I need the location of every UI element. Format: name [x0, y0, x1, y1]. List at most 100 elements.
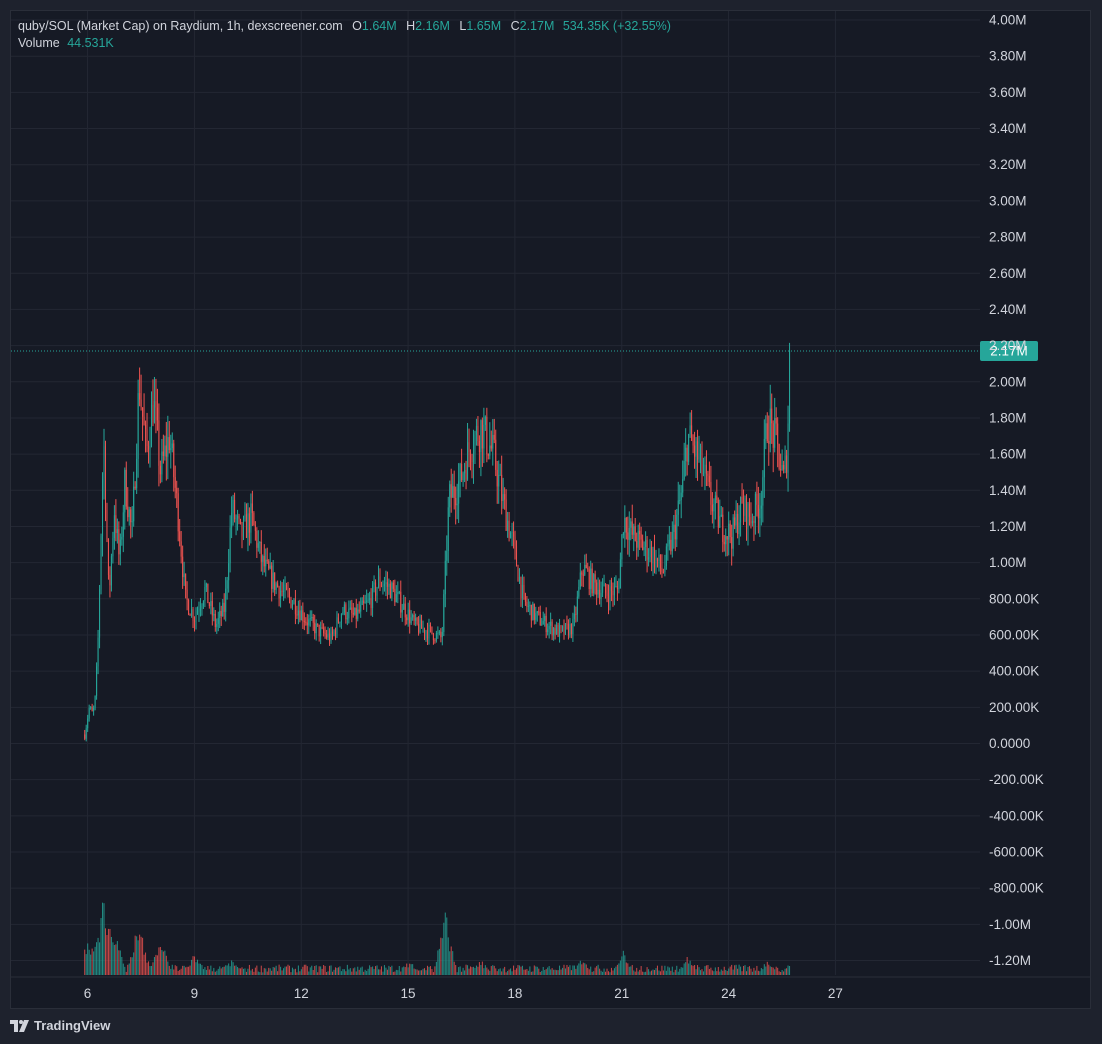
volume-bar — [630, 966, 632, 975]
candle-body — [372, 584, 374, 608]
volume-bar — [490, 966, 492, 975]
candle-body — [530, 605, 532, 621]
candle-body — [575, 613, 577, 615]
volume-bar — [293, 969, 295, 975]
volume-bar — [214, 971, 216, 975]
candle-body — [789, 351, 791, 424]
candle-body — [262, 555, 264, 562]
volume-bar — [412, 964, 414, 975]
volume-bar — [321, 968, 323, 975]
candle-body — [651, 547, 653, 564]
candle-body — [357, 609, 359, 619]
volume-bar — [415, 969, 417, 975]
volume-bar — [219, 966, 221, 975]
volume-bar — [277, 971, 279, 975]
price-tick-label: -1.20M — [989, 953, 1031, 968]
candle-body — [205, 583, 207, 587]
price-tick-label: 2.20M — [989, 338, 1027, 353]
price-tick-label: 4.00M — [989, 13, 1027, 28]
candle-body — [511, 532, 513, 534]
candle-body — [281, 590, 283, 592]
candle-body — [239, 518, 242, 523]
candle-body — [94, 695, 96, 708]
volume-bar — [256, 965, 258, 975]
volume-bar — [743, 965, 745, 975]
candle-body — [435, 632, 437, 641]
volume-bar — [547, 967, 549, 975]
volume-bar — [789, 966, 791, 975]
volume-bar — [587, 967, 589, 975]
volume-bar — [578, 963, 580, 975]
candle-body — [725, 536, 727, 545]
chart-svg[interactable]: 2.17M 4.00M 3.80M 3.60M 3.40M 3.20M 3.00M 2.80… — [10, 10, 1091, 1009]
volume-bar — [682, 967, 684, 975]
candle-body — [452, 486, 454, 498]
volume-bar — [348, 969, 350, 975]
candle-body — [610, 586, 612, 591]
volume-bar — [262, 972, 264, 975]
volume-bar — [156, 955, 158, 975]
volume-bar — [504, 966, 506, 975]
candle-body — [398, 591, 400, 593]
legend-open-value: 1.64M — [361, 19, 397, 33]
candle-body — [118, 529, 120, 555]
candle-body — [786, 455, 788, 473]
grid-lines — [10, 11, 1091, 978]
candle-body — [331, 631, 334, 635]
candle-body — [443, 594, 445, 632]
legend-open-label: O — [352, 19, 362, 33]
candle-body — [774, 417, 776, 448]
candle-body — [290, 597, 292, 608]
volume-bar — [330, 965, 332, 975]
candle-body — [139, 393, 141, 400]
candle-body — [174, 477, 176, 488]
price-axis[interactable]: 4.00M 3.80M 3.60M 3.40M 3.20M 3.00M 2.80M 2.60M… — [989, 13, 1044, 968]
candle-body — [403, 603, 405, 610]
candle-body — [238, 515, 240, 519]
volume-bar — [284, 966, 286, 975]
candle-body — [677, 500, 679, 515]
volume-bar — [317, 972, 319, 975]
volume-bar — [104, 928, 107, 975]
volume-bar — [237, 966, 239, 975]
candle-body — [532, 603, 534, 621]
volume-bar — [395, 969, 397, 975]
volume-bar — [281, 970, 283, 975]
volume-bar — [585, 964, 587, 975]
volume-bar — [588, 969, 590, 975]
candle-body — [156, 407, 158, 421]
legend-close-value: 2.17M — [519, 19, 555, 33]
volume-bar — [748, 966, 750, 975]
candle-body — [627, 532, 629, 540]
candle-body — [428, 624, 430, 639]
volume-bar — [428, 966, 430, 975]
candle-body — [413, 615, 415, 621]
candle-body — [450, 484, 452, 498]
tradingview-brand[interactable]: TradingView — [10, 1018, 110, 1033]
candle-body — [673, 524, 675, 532]
volume-bar — [717, 966, 719, 975]
candle-body — [418, 623, 420, 633]
candle-body — [388, 583, 390, 587]
price-tick-label: 400.00K — [989, 664, 1039, 679]
volume-bar — [250, 970, 252, 975]
volume-bar — [130, 957, 132, 975]
volume-bar — [766, 961, 768, 975]
candle-body — [446, 550, 448, 561]
volume-bar — [106, 935, 108, 975]
candle-body — [455, 497, 457, 506]
time-tick-label: 15 — [401, 986, 416, 1001]
candle-body — [250, 503, 252, 533]
candle-body — [373, 582, 375, 585]
time-axis[interactable]: 6 9 12 15 18 21 24 27 — [84, 986, 843, 1001]
volume-bar — [698, 967, 700, 975]
candle-body — [164, 445, 166, 456]
candle-body — [382, 586, 384, 588]
candle-body — [333, 630, 335, 635]
volume-bar — [775, 966, 777, 975]
volume-bar — [189, 965, 191, 975]
candle-body — [702, 473, 704, 475]
volume-bar — [472, 966, 474, 975]
candle-body — [653, 548, 656, 568]
volume-bar — [223, 966, 225, 975]
